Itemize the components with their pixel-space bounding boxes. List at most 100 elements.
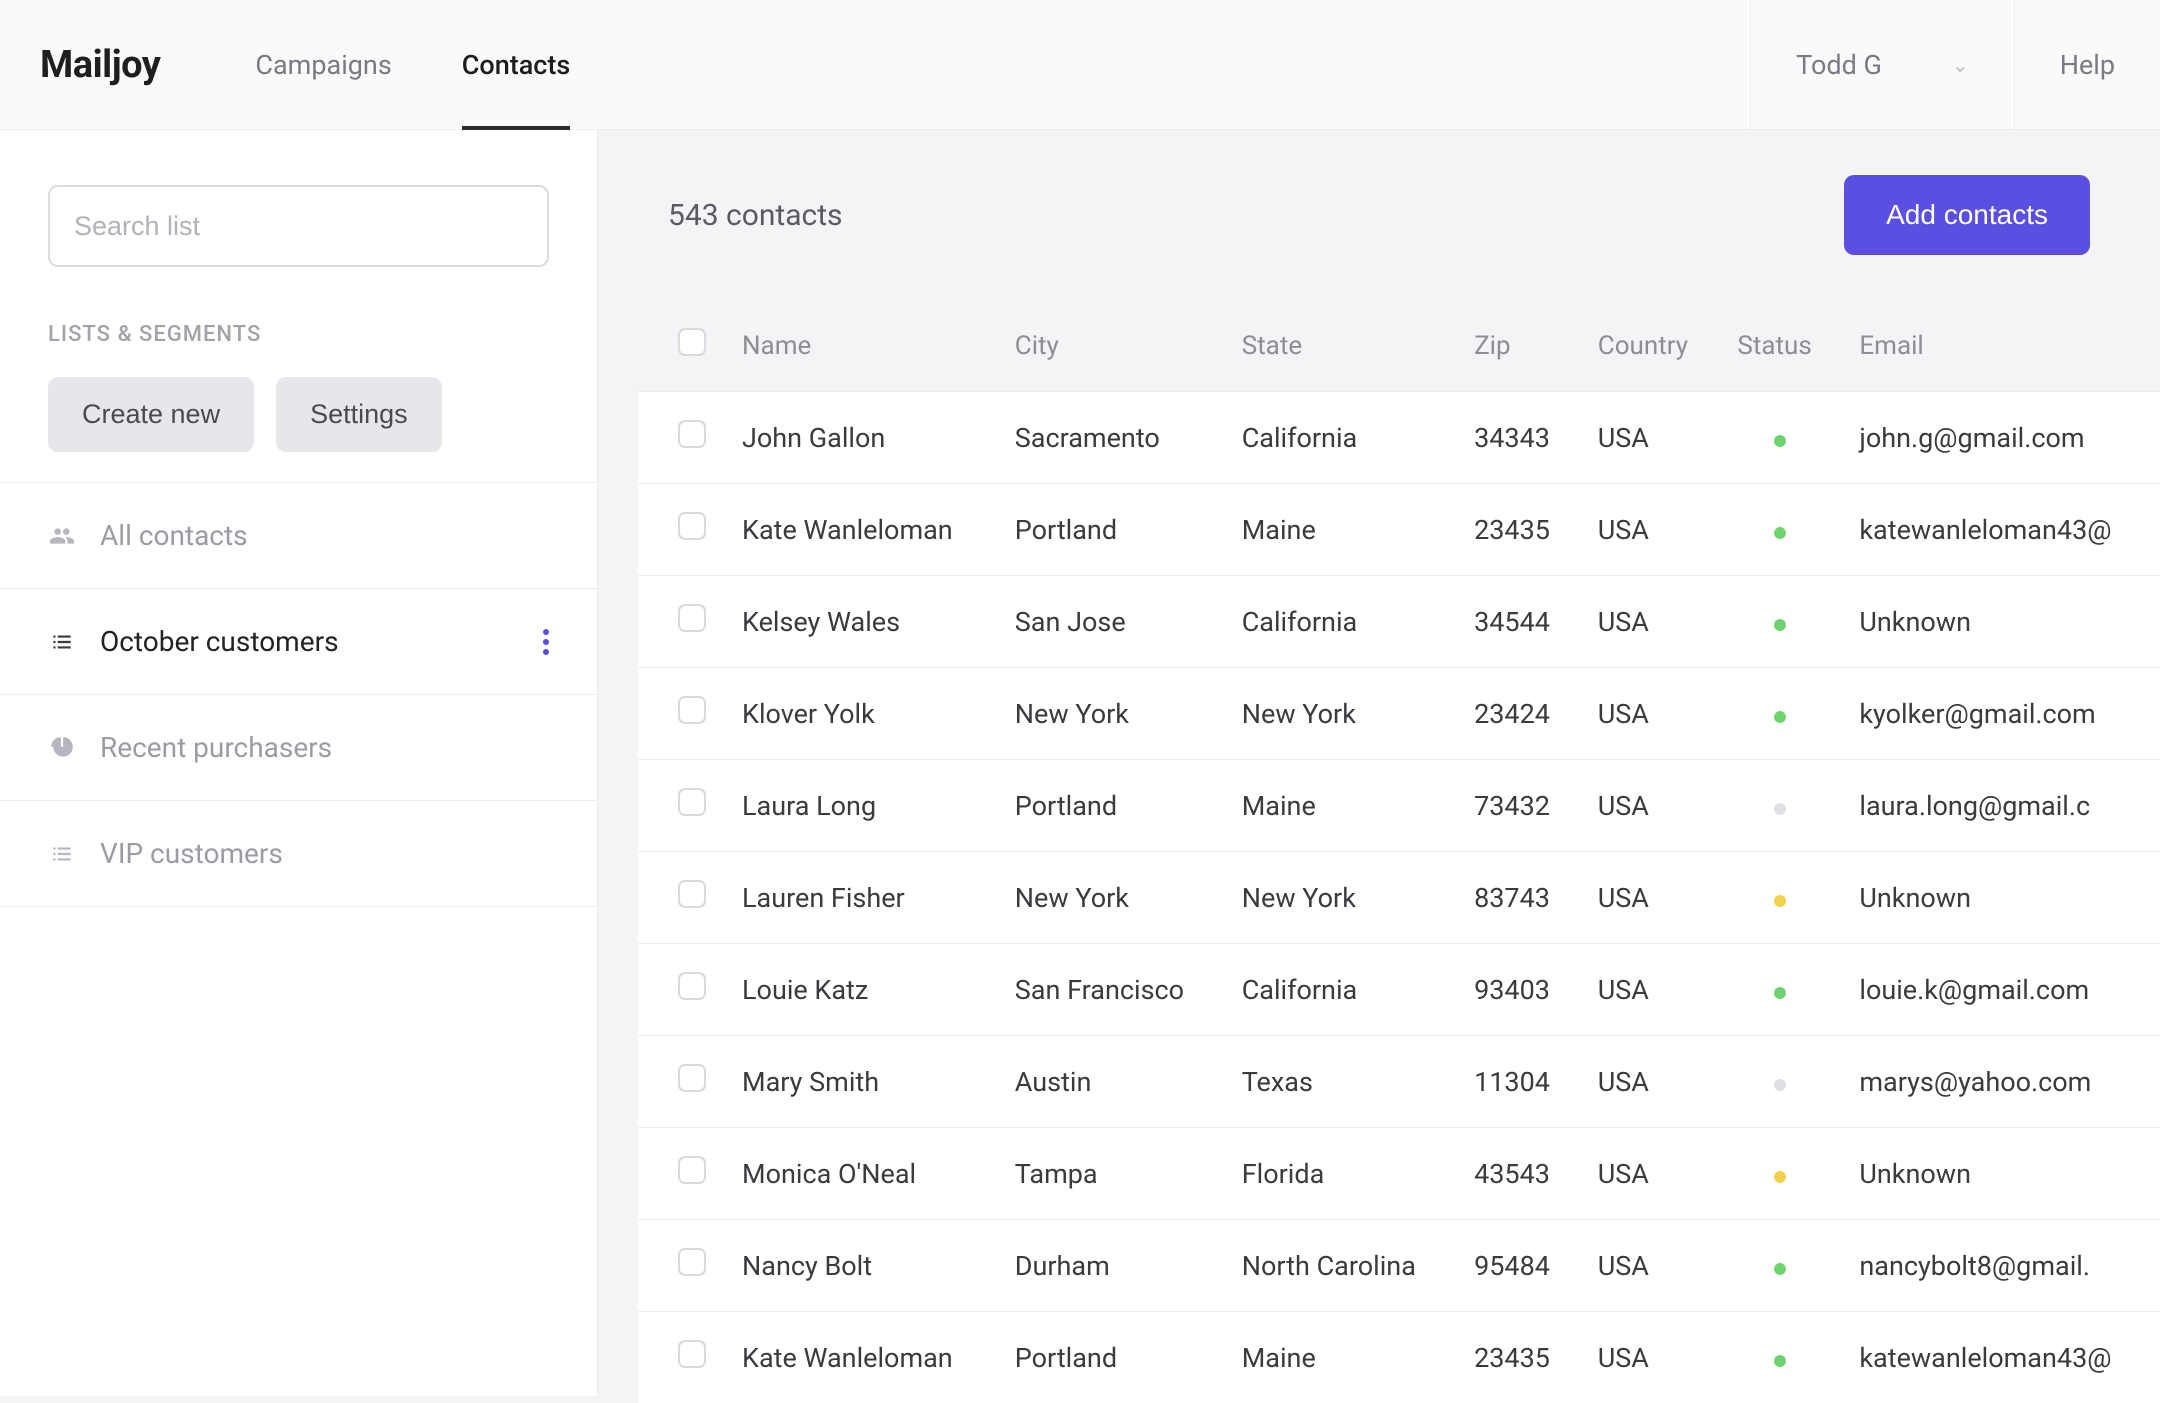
cell-email: kyolker@gmail.com (1841, 668, 2160, 760)
table-row[interactable]: Mary SmithAustinTexas11304USAmarys@yahoo… (638, 1036, 2160, 1128)
chevron-down-icon: ⌄ (1952, 53, 1969, 77)
table-row[interactable]: Kate WanlelomanPortlandMaine23435USAkate… (638, 1312, 2160, 1403)
cell-state: California (1224, 944, 1456, 1036)
pie-icon (48, 735, 76, 761)
row-checkbox[interactable] (678, 1248, 706, 1276)
row-checkbox[interactable] (678, 1340, 706, 1368)
table-row[interactable]: Monica O'NealTampaFlorida43543USA Unknown (638, 1128, 2160, 1220)
sidebar-item-label: All contacts (100, 519, 248, 552)
add-contacts-button[interactable]: Add contacts (1844, 175, 2090, 255)
cell-zip: 95484 (1456, 1220, 1580, 1312)
search-input[interactable] (48, 185, 549, 267)
sidebar-item-october-customers[interactable]: October customers (0, 589, 597, 695)
cell-name: Monica O'Neal (724, 1128, 997, 1220)
cell-state: Maine (1224, 760, 1456, 852)
cell-zip: 23424 (1456, 668, 1580, 760)
cell-zip: 43543 (1456, 1128, 1580, 1220)
col-name[interactable]: Name (724, 300, 997, 392)
table-row[interactable]: Kate WanlelomanPortlandMaine23435USAkate… (638, 484, 2160, 576)
col-city[interactable]: City (997, 300, 1224, 392)
cell-name: Kate Wanleloman (724, 1312, 997, 1403)
more-icon[interactable] (543, 629, 549, 655)
app-header: Mailjoy Campaigns Contacts Todd G ⌄ Help (0, 0, 2160, 130)
cell-city: Tampa (997, 1128, 1224, 1220)
table-row[interactable]: Nancy BoltDurhamNorth Carolina95484USAna… (638, 1220, 2160, 1312)
brand-logo: Mailjoy (0, 0, 220, 129)
top-nav: Campaigns Contacts (220, 0, 605, 129)
row-checkbox[interactable] (678, 972, 706, 1000)
status-dot-icon (1774, 803, 1786, 815)
table-row[interactable]: Louie KatzSan FranciscoCalifornia93403US… (638, 944, 2160, 1036)
cell-state: New York (1224, 668, 1456, 760)
row-checkbox[interactable] (678, 512, 706, 540)
status-dot-icon (1774, 435, 1786, 447)
cell-country: USA (1580, 668, 1720, 760)
contacts-table: Name City State Zip Country Status Email… (638, 300, 2160, 1403)
cell-zip: 73432 (1456, 760, 1580, 852)
cell-state: New York (1224, 852, 1456, 944)
cell-email: laura.long@gmail.c (1841, 760, 2160, 852)
status-dot-icon (1774, 619, 1786, 631)
cell-state: California (1224, 392, 1456, 484)
cell-zip: 93403 (1456, 944, 1580, 1036)
cell-state: Texas (1224, 1036, 1456, 1128)
cell-country: USA (1580, 392, 1720, 484)
nav-contacts[interactable]: Contacts (427, 0, 606, 129)
table-row[interactable]: John GallonSacramentoCalifornia34343USAj… (638, 392, 2160, 484)
user-name: Todd G (1796, 49, 1882, 81)
col-country[interactable]: Country (1580, 300, 1720, 392)
cell-city: San Jose (997, 576, 1224, 668)
row-checkbox[interactable] (678, 880, 706, 908)
sidebar-item-all-contacts[interactable]: All contacts (0, 483, 597, 589)
col-zip[interactable]: Zip (1456, 300, 1580, 392)
row-checkbox[interactable] (678, 696, 706, 724)
cell-status (1719, 668, 1841, 760)
row-checkbox[interactable] (678, 1064, 706, 1092)
cell-email: louie.k@gmail.com (1841, 944, 2160, 1036)
cell-email: john.g@gmail.com (1841, 392, 2160, 484)
sidebar-item-label: Recent purchasers (100, 731, 332, 764)
sidebar-item-recent-purchasers[interactable]: Recent purchasers (0, 695, 597, 801)
cell-status (1719, 944, 1841, 1036)
col-status[interactable]: Status (1719, 300, 1841, 392)
sidebar-item-vip-customers[interactable]: VIP customers (0, 801, 597, 907)
row-checkbox[interactable] (678, 788, 706, 816)
cell-state: Maine (1224, 1312, 1456, 1403)
sidebar-list: All contacts October customers Recent pu… (0, 483, 597, 907)
col-state[interactable]: State (1224, 300, 1456, 392)
row-checkbox[interactable] (678, 604, 706, 632)
status-dot-icon (1774, 527, 1786, 539)
cell-zip: 23435 (1456, 484, 1580, 576)
row-checkbox[interactable] (678, 1156, 706, 1184)
cell-email: Unknown (1841, 576, 2160, 668)
col-email[interactable]: Email (1841, 300, 2160, 392)
help-link[interactable]: Help (2014, 0, 2160, 129)
cell-email: Unknown (1841, 1128, 2160, 1220)
cell-country: USA (1580, 1128, 1720, 1220)
table-row[interactable]: Klover YolkNew YorkNew York23424USAkyolk… (638, 668, 2160, 760)
table-row[interactable]: Kelsey WalesSan JoseCalifornia34544USAUn… (638, 576, 2160, 668)
select-all-checkbox[interactable] (678, 328, 706, 356)
nav-campaigns[interactable]: Campaigns (220, 0, 426, 129)
settings-button[interactable]: Settings (276, 377, 442, 452)
cell-status (1719, 484, 1841, 576)
row-checkbox[interactable] (678, 420, 706, 448)
status-dot-icon (1774, 1263, 1786, 1275)
cell-zip: 34343 (1456, 392, 1580, 484)
cell-country: USA (1580, 760, 1720, 852)
cell-name: Klover Yolk (724, 668, 997, 760)
group-icon (48, 523, 76, 549)
table-row[interactable]: Laura LongPortlandMaine73432USAlaura.lon… (638, 760, 2160, 852)
cell-name: Mary Smith (724, 1036, 997, 1128)
sidebar-item-label: October customers (100, 625, 339, 658)
cell-email: Unknown (1841, 852, 2160, 944)
cell-city: Sacramento (997, 392, 1224, 484)
user-menu[interactable]: Todd G ⌄ (1750, 0, 2014, 129)
table-row[interactable]: Lauren FisherNew YorkNew York83743USAUnk… (638, 852, 2160, 944)
create-new-button[interactable]: Create new (48, 377, 254, 452)
cell-name: Kate Wanleloman (724, 484, 997, 576)
cell-name: Louie Katz (724, 944, 997, 1036)
cell-state: California (1224, 576, 1456, 668)
cell-state: Florida (1224, 1128, 1456, 1220)
sidebar: LISTS & SEGMENTS Create new Settings All… (0, 130, 598, 1396)
